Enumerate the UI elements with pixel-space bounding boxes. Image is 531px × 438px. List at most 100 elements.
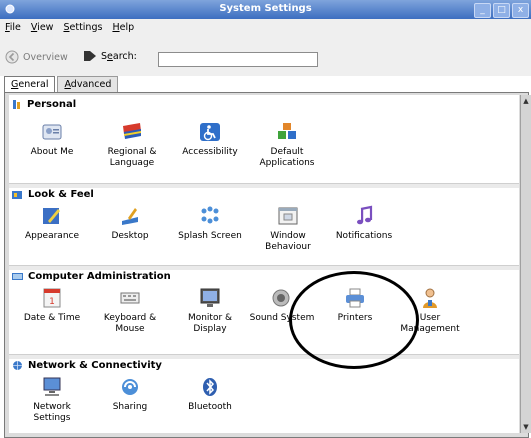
wheelchair-icon (200, 123, 220, 141)
search-input[interactable] (158, 52, 318, 67)
item-keyboard-mouse[interactable]: Keyboard & Mouse (95, 287, 165, 335)
item-user-management[interactable]: User Management (395, 287, 465, 335)
item-sound-system-label: Sound System (249, 313, 315, 323)
section-personal-header: Personal (12, 99, 76, 110)
back-arrow-icon (5, 50, 19, 64)
section-network-connectivity-header: Network & Connectivity (12, 360, 162, 371)
svg-text:1: 1 (49, 297, 55, 307)
tab-general-label: eneral (18, 79, 49, 90)
item-sound-system[interactable]: Sound System (247, 287, 317, 324)
item-notifications[interactable]: Notifications (329, 205, 399, 242)
item-printers-label: Printers (337, 313, 373, 323)
network-monitor-icon (43, 377, 61, 396)
search-arrow-icon (84, 51, 96, 61)
item-appearance-label: Appearance (24, 231, 80, 241)
splash-dots-icon (201, 206, 219, 224)
item-bluetooth[interactable]: Bluetooth (175, 376, 245, 413)
section-look-feel: Look & Feel Appearance Desktop Splash Sc… (9, 183, 519, 262)
item-monitor-display[interactable]: Monitor & Display (175, 287, 245, 335)
user-icon (423, 288, 437, 308)
vertical-scrollbar[interactable]: ▲ ▼ (520, 95, 531, 433)
section-computer-administration-header: Computer Administration (12, 271, 171, 282)
section-personal: Personal About Me Regional & Language Ac… (9, 95, 519, 179)
scroll-down-arrow-icon[interactable]: ▼ (521, 423, 531, 431)
item-window-behaviour[interactable]: Window Behaviour (253, 205, 323, 253)
sharing-icon (122, 379, 138, 395)
monitor-icon (200, 288, 220, 307)
close-button[interactable]: x (512, 3, 529, 18)
item-desktop[interactable]: Desktop (95, 205, 165, 242)
tab-general[interactable]: General (4, 76, 56, 93)
menu-help[interactable]: Help (112, 22, 134, 33)
look-feel-icon (12, 190, 22, 199)
bluetooth-icon (203, 378, 217, 396)
menu-file[interactable]: File (5, 22, 21, 33)
search-label: Search: (101, 51, 137, 62)
item-about-me-label: About Me (30, 147, 74, 157)
item-sharing[interactable]: Sharing (95, 376, 165, 413)
section-personal-title: Personal (27, 99, 77, 110)
item-default-applications-label: Default Applications (259, 147, 315, 168)
minimize-button[interactable]: _ (474, 3, 491, 18)
globe-icon (13, 361, 22, 370)
item-regional-language-label: Regional & Language (107, 147, 157, 168)
overview-label: Overview (23, 51, 68, 63)
item-regional-language[interactable]: Regional & Language (97, 121, 167, 169)
window-icon (278, 207, 298, 225)
item-appearance[interactable]: Appearance (17, 205, 87, 242)
speaker-icon (272, 289, 290, 307)
menu-file-label: ile (9, 22, 21, 33)
search-label-group: Search: (83, 50, 137, 62)
item-network-settings[interactable]: Network Settings (17, 376, 87, 424)
menu-help-mnemonic: H (112, 22, 120, 33)
item-network-settings-label: Network Settings (33, 402, 71, 423)
menu-view[interactable]: View (31, 22, 54, 33)
window-controls: _ □ x (474, 3, 529, 18)
section-network-connectivity-title: Network & Connectivity (28, 360, 162, 371)
item-default-applications[interactable]: Default Applications (252, 121, 322, 169)
overview-button[interactable]: Overview (5, 50, 68, 64)
paintbrush-icon (43, 208, 60, 224)
item-printers[interactable]: Printers (320, 287, 390, 324)
printer-icon (346, 288, 364, 308)
tab-advanced[interactable]: Advanced (57, 76, 119, 92)
section-computer-administration: Computer Administration 1 Date & Time Ke… (9, 265, 519, 351)
maximize-button[interactable]: □ (493, 3, 510, 18)
section-divider (9, 183, 519, 188)
settings-content: Personal About Me Regional & Language Ac… (9, 95, 519, 433)
section-look-feel-header: Look & Feel (12, 189, 94, 200)
section-look-feel-title: Look & Feel (28, 189, 94, 200)
item-about-me[interactable]: About Me (17, 121, 87, 158)
tab-advanced-label: dvanced (70, 79, 112, 90)
menu-settings-label: ettings (69, 22, 103, 33)
item-date-time[interactable]: 1 Date & Time (17, 287, 87, 324)
item-splash-screen-label: Splash Screen (178, 231, 242, 241)
keyboard-icon (120, 292, 140, 304)
item-window-behaviour-label: Window Behaviour (265, 231, 311, 252)
section-divider (9, 354, 519, 359)
flags-icon (123, 123, 141, 139)
menu-bar: File View Settings Help (0, 19, 531, 36)
item-user-management-label: User Management (400, 313, 460, 334)
item-date-time-label: Date & Time (23, 313, 81, 323)
item-bluetooth-label: Bluetooth (188, 402, 232, 412)
search-label-rest: arch: (112, 50, 137, 62)
menu-settings[interactable]: Settings (63, 22, 102, 33)
music-note-icon (357, 205, 373, 225)
item-splash-screen[interactable]: Splash Screen (175, 205, 245, 242)
calendar-icon: 1 (43, 288, 61, 308)
cubes-icon (278, 123, 296, 139)
section-computer-administration-title: Computer Administration (28, 271, 171, 282)
computer-icon (12, 272, 23, 280)
item-keyboard-mouse-label: Keyboard & Mouse (103, 313, 157, 334)
desktop-brush-icon (122, 208, 138, 225)
menu-view-label: iew (37, 22, 54, 33)
item-desktop-label: Desktop (111, 231, 149, 241)
item-accessibility-label: Accessibility (182, 147, 238, 157)
item-monitor-display-label: Monitor & Display (187, 313, 233, 334)
item-accessibility[interactable]: Accessibility (175, 121, 245, 158)
scroll-up-arrow-icon[interactable]: ▲ (521, 97, 531, 105)
section-network-connectivity: Network & Connectivity Network Settings … (9, 354, 519, 433)
menu-help-label: elp (119, 22, 135, 33)
title-bar: System Settings _ □ x (0, 0, 531, 19)
